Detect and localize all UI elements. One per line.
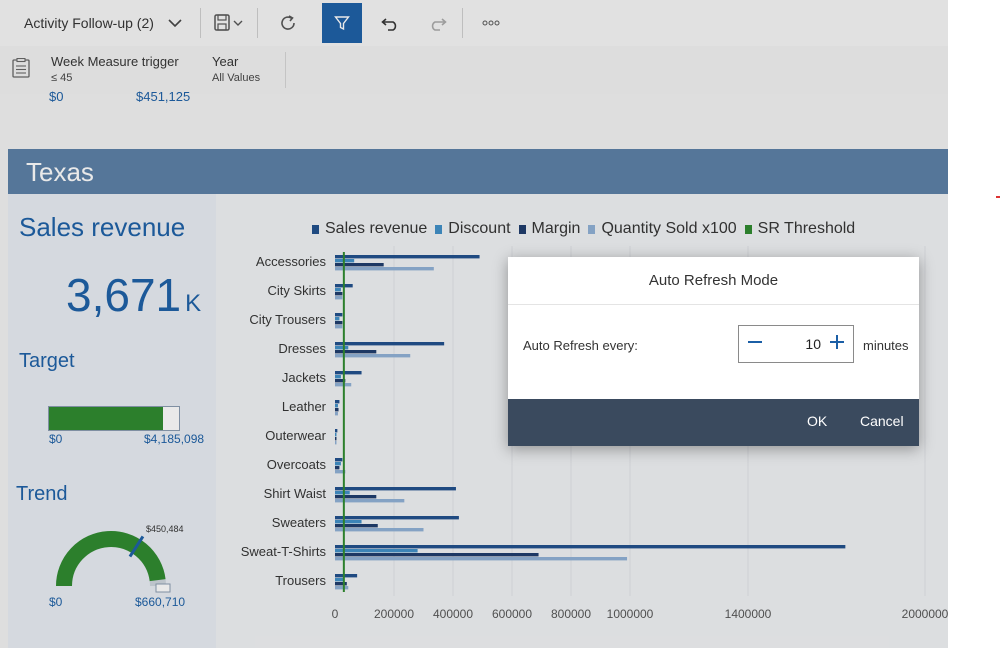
unit-label: minutes xyxy=(863,338,909,353)
refresh-interval-stepper xyxy=(738,325,854,363)
dialog-footer: OK Cancel xyxy=(508,399,919,446)
plus-icon xyxy=(829,334,845,355)
increment-button[interactable] xyxy=(821,326,853,362)
ok-button[interactable]: OK xyxy=(807,413,827,429)
cancel-button[interactable]: Cancel xyxy=(860,413,904,429)
auto-refresh-dialog: Auto Refresh Mode Auto Refresh every: mi… xyxy=(508,257,919,446)
dialog-title: Auto Refresh Mode xyxy=(508,257,919,305)
refresh-interval-input[interactable] xyxy=(771,330,821,358)
auto-refresh-label: Auto Refresh every: xyxy=(523,338,638,353)
dialog-body: Auto Refresh every: minutes xyxy=(508,305,919,399)
edge-mark xyxy=(996,196,1000,198)
minus-icon xyxy=(747,334,763,355)
decrement-button[interactable] xyxy=(739,326,771,362)
